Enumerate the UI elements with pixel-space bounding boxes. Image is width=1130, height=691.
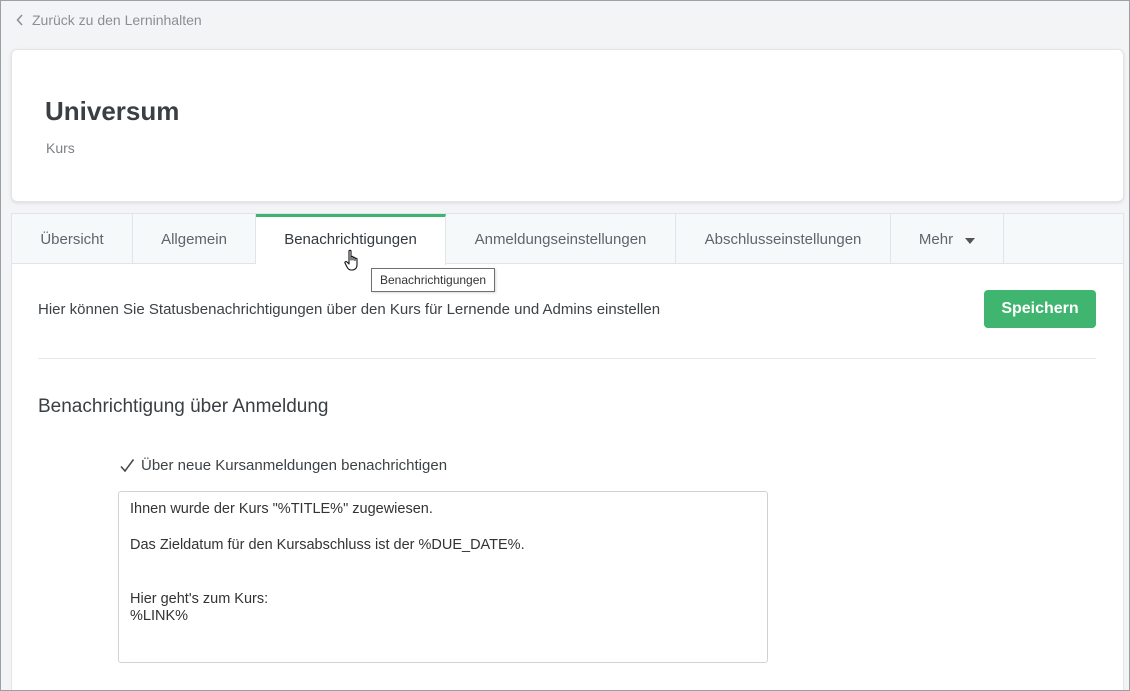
tab-label: Allgemein — [161, 230, 227, 248]
tab-uebersicht[interactable]: Übersicht — [12, 214, 133, 264]
back-link[interactable]: Zurück zu den Lerninhalten — [16, 12, 202, 28]
tab-label: Mehr — [918, 230, 954, 248]
caret-down-icon — [965, 237, 976, 244]
tab-mehr[interactable]: Mehr — [891, 214, 1004, 264]
notify-enrollment-checkbox[interactable]: Über neue Kursanmeldungen benachrichtige… — [119, 457, 447, 474]
save-button[interactable]: Speichern — [984, 290, 1096, 328]
message-textarea[interactable]: Ihnen wurde der Kurs "%TITLE%" zugewiese… — [118, 491, 768, 663]
tab-anmeldungseinstellungen[interactable]: Anmeldungseinstellungen — [446, 214, 676, 264]
course-header-card: Universum Kurs — [11, 49, 1124, 202]
tooltip: Benachrichtigungen — [371, 268, 496, 292]
back-link-label: Zurück zu den Lerninhalten — [32, 12, 202, 28]
divider — [38, 358, 1096, 359]
tab-bar: Übersicht Allgemein Benachrichtigungen A… — [12, 214, 1123, 265]
checkmark-icon[interactable] — [119, 458, 135, 474]
message-line: Hier geht's zum Kurs: — [130, 591, 269, 607]
intro-text: Hier können Sie Statusbenachrichtigungen… — [38, 301, 661, 318]
tab-label: Übersicht — [40, 230, 104, 248]
tab-label: Benachrichtigungen — [284, 231, 417, 248]
tab-abschlusseinstellungen[interactable]: Abschlusseinstellungen — [676, 214, 891, 264]
page-title: Universum — [45, 96, 180, 126]
tab-label: Abschlusseinstellungen — [704, 230, 862, 248]
tab-label: Anmeldungseinstellungen — [474, 230, 647, 248]
hand-cursor-icon — [344, 249, 364, 278]
chevron-left-icon — [16, 14, 24, 26]
message-line: Das Zieldatum für den Kursabschluss ist … — [130, 537, 525, 553]
page-subtitle: Kurs — [46, 140, 75, 156]
section-heading: Benachrichtigung über Anmeldung — [38, 396, 329, 417]
message-line: Ihnen wurde der Kurs "%TITLE%" zugewiese… — [130, 501, 433, 517]
tab-allgemein[interactable]: Allgemein — [133, 214, 256, 264]
message-line: %LINK% — [130, 608, 189, 624]
checkbox-label: Über neue Kursanmeldungen benachrichtige… — [141, 457, 448, 474]
